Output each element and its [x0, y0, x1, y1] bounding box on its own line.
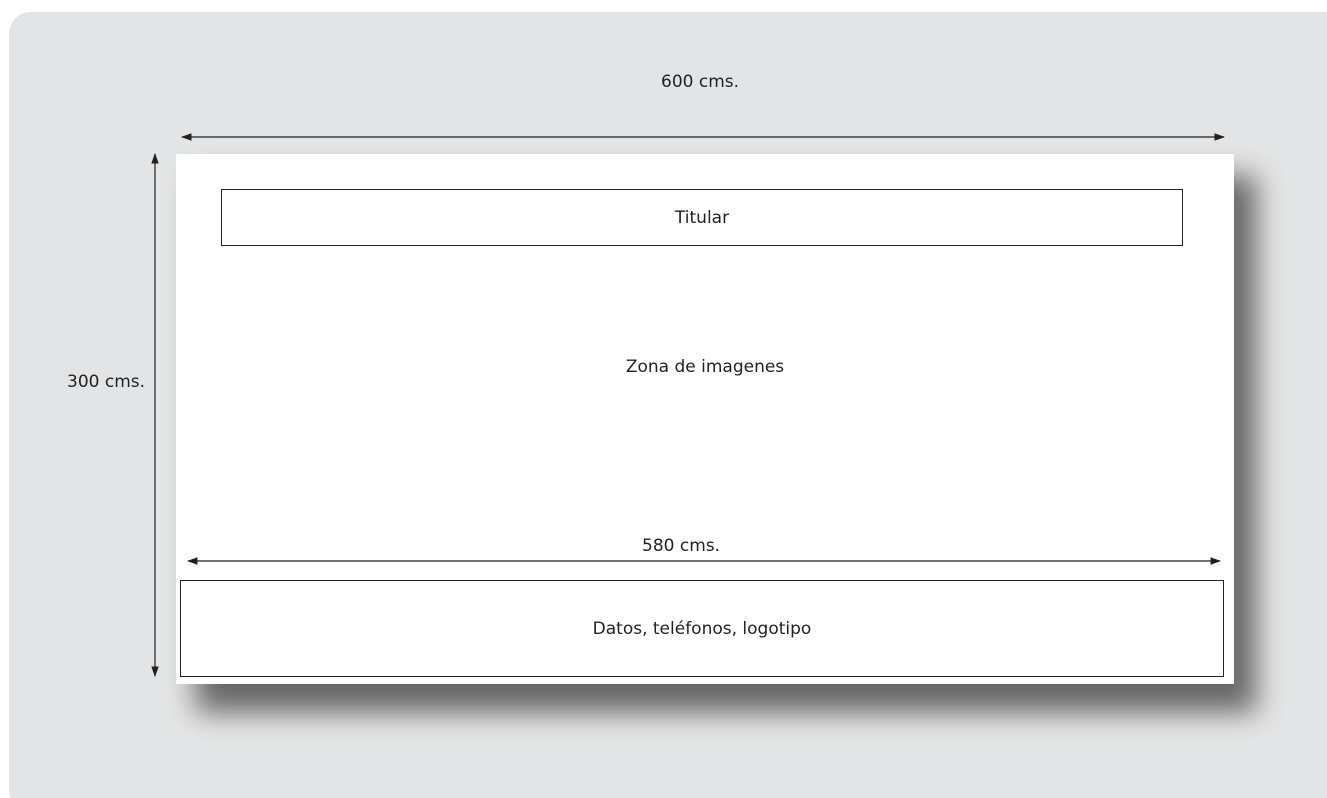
dimension-arrows [151, 133, 1226, 678]
diagram-canvas: Titular Zona de imagenes Datos, teléfono… [0, 0, 1327, 798]
